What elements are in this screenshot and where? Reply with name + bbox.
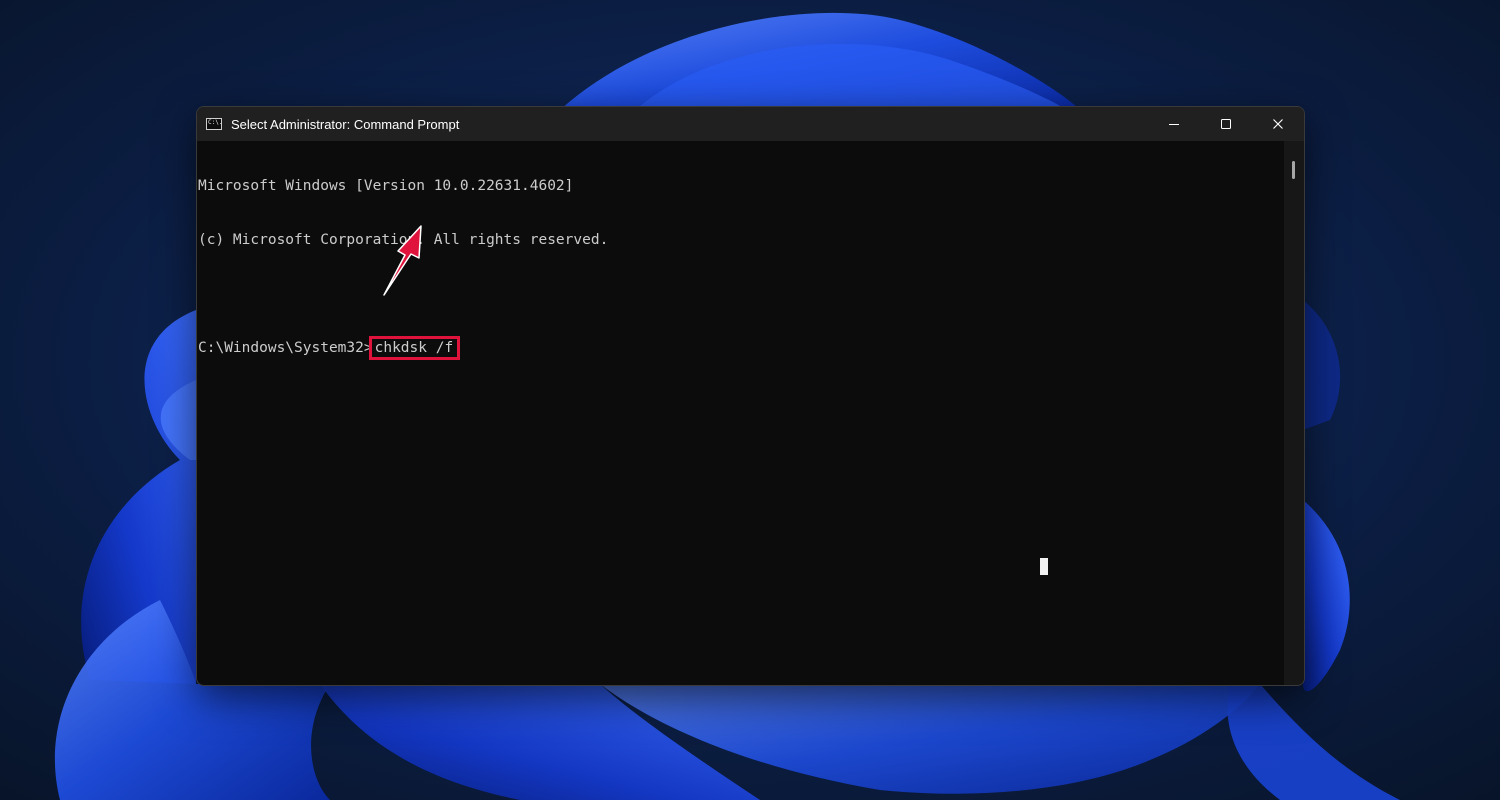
maximize-icon	[1221, 119, 1231, 129]
console-line: (c) Microsoft Corporation. All rights re…	[198, 232, 609, 248]
window-controls	[1148, 107, 1304, 141]
console-line: Microsoft Windows [Version 10.0.22631.46…	[198, 178, 574, 194]
prompt-line[interactable]: C:\Windows\System32> chkdsk /f	[197, 336, 1283, 360]
text-cursor	[1040, 558, 1048, 575]
close-button[interactable]	[1252, 107, 1304, 141]
console-output[interactable]: Microsoft Windows [Version 10.0.22631.46…	[197, 141, 1283, 685]
prompt-path: C:\Windows\System32>	[198, 340, 373, 356]
command-prompt-icon: C:\.	[206, 118, 222, 130]
highlighted-command: chkdsk /f	[368, 336, 461, 360]
minimize-icon	[1169, 124, 1179, 125]
command-prompt-window[interactable]: C:\. Select Administrator: Command Promp…	[196, 106, 1305, 686]
title-bar[interactable]: C:\. Select Administrator: Command Promp…	[197, 107, 1304, 141]
close-icon	[1273, 119, 1283, 129]
vertical-scrollbar[interactable]	[1284, 141, 1304, 685]
scrollbar-thumb[interactable]	[1292, 161, 1295, 179]
maximize-button[interactable]	[1200, 107, 1252, 141]
minimize-button[interactable]	[1148, 107, 1200, 141]
icon-glyph: C:\.	[208, 119, 223, 126]
window-title: Select Administrator: Command Prompt	[231, 116, 460, 132]
